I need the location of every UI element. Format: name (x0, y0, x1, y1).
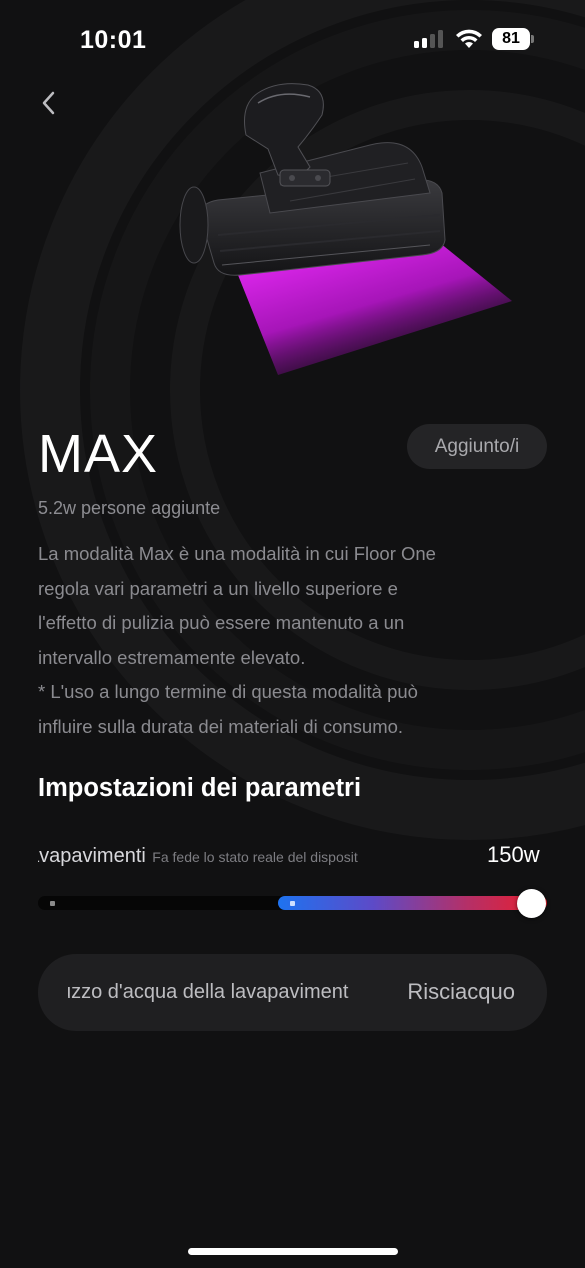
slider-step-marker (290, 901, 295, 906)
suction-power-value: 150w (487, 842, 540, 867)
description-line: influire sulla durata dei materiali di c… (38, 715, 404, 737)
description-line: regola vari parametri a un livello super… (38, 577, 398, 599)
suction-power-title: avapavimenti (38, 845, 146, 867)
slider-thumb[interactable] (517, 889, 546, 918)
description-line: intervallo estremamente elevato. (38, 646, 306, 668)
battery-level: 81 (492, 28, 530, 50)
cellular-signal-icon (414, 30, 446, 48)
slider-step-marker (50, 901, 55, 906)
mode-title: MAX (38, 424, 159, 484)
mode-description: La modalità Max è una modalità in cui Fl… (38, 537, 488, 744)
suction-power-note: Fa fede lo stato reale del disposit (152, 849, 358, 865)
status-time: 10:01 (80, 26, 147, 54)
screen: 10:01 81 MAX Aggiunto/i 5.2w persone agg… (0, 0, 585, 1268)
chevron-left-icon (42, 91, 55, 115)
floor-washer-device-illustration (179, 83, 512, 375)
added-button[interactable]: Aggiunto/i (407, 424, 547, 469)
description-line: * L'uso a lungo termine di questa modali… (38, 681, 418, 702)
wifi-icon (456, 29, 482, 48)
section-title-parameters: Impostazioni dei parametri (38, 774, 362, 802)
back-button[interactable] (36, 88, 64, 118)
water-flow-selector[interactable]: uzzo d'acqua della lavapaviment Risciacq… (38, 954, 547, 1031)
slider-fill (278, 896, 547, 910)
water-flow-value: Risciacquo (407, 979, 515, 1004)
home-indicator[interactable] (188, 1248, 398, 1255)
suction-power-label: avapavimenti Fa fede lo stato reale del … (38, 845, 463, 871)
description-line: La modalità Max è una modalità in cui Fl… (38, 543, 436, 564)
users-count: 5.2w persone aggiunte (38, 498, 221, 518)
description-line: l'effetto di pulizia può essere mantenut… (38, 612, 405, 633)
suction-power-slider[interactable] (38, 889, 547, 918)
battery-icon: 81 (492, 28, 534, 50)
status-bar: 10:01 81 (0, 0, 585, 80)
water-flow-label: uzzo d'acqua della lavapaviment (68, 981, 349, 1003)
